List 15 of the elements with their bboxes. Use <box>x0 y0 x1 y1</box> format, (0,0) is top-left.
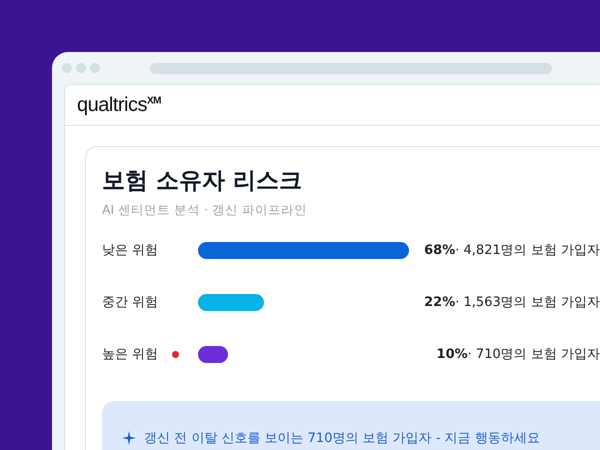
risk-reading: 22%· 1,563명의 보험 가입자 <box>423 294 600 311</box>
risk-label: 낮은 위험 <box>102 242 160 259</box>
risk-reading: 10%· 710명의 보험 가입자 <box>436 346 600 363</box>
window-dot-icon[interactable] <box>76 63 86 73</box>
address-bar[interactable] <box>150 62 552 74</box>
banner-text: 갱신 전 이탈 신호를 보이는 710명의 보험 가입자 - 지금 행동하세요 <box>144 430 540 447</box>
sparkle-icon <box>122 431 136 445</box>
logo: qualtrics$^{XM}$ <box>77 94 161 116</box>
risk-label: 높은 위험 <box>102 346 160 363</box>
window-dot-icon[interactable] <box>62 63 72 73</box>
risk-label: 중간 위험 <box>102 294 160 311</box>
card-subtitle: AI 센티먼트 분석 · 갱신 파이프라인 <box>102 202 308 219</box>
window-dot-icon[interactable] <box>90 63 100 73</box>
risk-reading: 68%· 4,821명의 보험 가입자 <box>423 242 600 259</box>
card-title: 보험 소유자 리스크 <box>102 167 304 196</box>
